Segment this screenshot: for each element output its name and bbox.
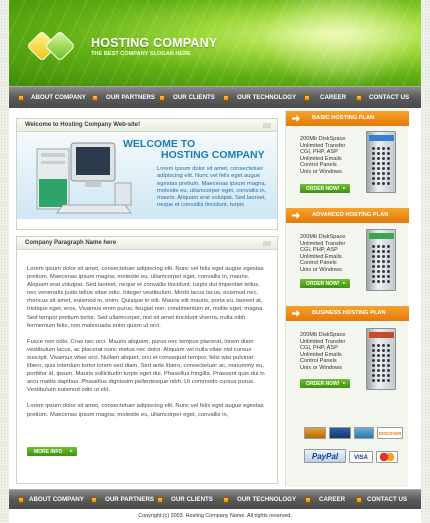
- paragraph-text: Fusce non odio. Cras nec orci. Mauris al…: [27, 338, 265, 394]
- server-icon: [366, 131, 396, 193]
- card-icon: [304, 427, 326, 439]
- paragraph-body: Lorem ipsum dolor sit amet, consectetuer…: [27, 265, 267, 427]
- arrow-right-icon: [292, 115, 300, 122]
- nav-bullet-icon: [305, 497, 311, 503]
- grip-icon: [263, 241, 271, 246]
- welcome-banner: WELCOME TO HOSTING COMPANY Lorem ipsum do…: [17, 133, 277, 219]
- order-now-button-business[interactable]: ORDER NOW!: [300, 379, 350, 388]
- top-nav: ABOUT COMPANY OUR PARTNERS OUR CLIENTS O…: [9, 86, 421, 108]
- nav-bullet-icon: [304, 95, 310, 101]
- server-icon: [366, 328, 396, 390]
- plan-header-basic: BASIC HOSTING PLAN: [286, 111, 409, 126]
- nav-item-clients[interactable]: OUR CLIENTS: [173, 94, 215, 101]
- footer-nav-career[interactable]: CAREER: [319, 496, 345, 503]
- nav-bullet-icon: [356, 95, 362, 101]
- footer-nav-technology[interactable]: OUR TECHNOLOGY: [237, 496, 296, 503]
- paypal-logo-icon: PayPal: [304, 449, 346, 463]
- welcome-heading: WELCOME TO HOSTING COMPANY: [123, 138, 265, 161]
- plan-header-business: BUSINESS HOSTING PLAN: [286, 306, 409, 321]
- nav-bullet-icon: [18, 95, 24, 101]
- more-info-button[interactable]: MORE INFO: [27, 447, 77, 456]
- mastercard-icon: [376, 451, 398, 463]
- arrow-right-icon: [292, 212, 300, 219]
- nav-item-career[interactable]: CAREER: [320, 94, 346, 101]
- plan-header-advanced: ADVANCED HOSTING PLAN: [286, 208, 409, 223]
- nav-bullet-icon: [91, 497, 97, 503]
- logo-icon[interactable]: [26, 30, 81, 62]
- plan-features-basic: 200Mb DiskSpace Unlimited Transfer CGI, PH…: [300, 136, 346, 175]
- nav-bullet-icon: [18, 497, 24, 503]
- header: HOSTING COMPANY THE BEST COMPANY SLOGAN …: [9, 0, 421, 86]
- nav-bullet-icon: [223, 95, 229, 101]
- visa-card-icon: VISA: [349, 451, 373, 463]
- paragraph-panel: Company Paragraph Name here Lorem ipsum …: [16, 236, 278, 484]
- nav-bullet-icon: [92, 95, 98, 101]
- footer-nav-partners[interactable]: OUR PARTNERS: [105, 496, 154, 503]
- footer-nav-about[interactable]: ABOUT COMPANY: [29, 496, 84, 503]
- payment-methods: DISCOVER PayPal VISA: [304, 427, 404, 477]
- server-icon: [366, 229, 396, 291]
- plan-features-business: 200Mb DiskSpace Unlimited Transfer CGI, PH…: [300, 332, 346, 371]
- plan-features-advanced: 200Mb DiskSpace Unlimited Transfer CGI, PH…: [300, 234, 346, 273]
- footer-nav-contact[interactable]: CONTACT US: [367, 496, 407, 503]
- computer-illustration-icon: [36, 142, 132, 214]
- right-background: [421, 0, 430, 523]
- grip-icon: [263, 123, 271, 128]
- welcome-panel: Welcome to Hosting Company Web-site! WEL…: [16, 118, 278, 230]
- nav-bullet-icon: [223, 497, 229, 503]
- paragraph-text: Lorem ipsum dolor sit amet, consectetuer…: [27, 403, 264, 418]
- nav-item-technology[interactable]: OUR TECHNOLOGY: [237, 94, 296, 101]
- nav-item-about[interactable]: ABOUT COMPANY: [31, 94, 86, 101]
- discover-card-icon: DISCOVER: [377, 427, 403, 439]
- brand-name: HOSTING COMPANY: [91, 36, 218, 50]
- copyright: Copyright (c) 2003. Hosting Company Name…: [138, 513, 292, 519]
- footer-nav-clients[interactable]: OUR CLIENTS: [171, 496, 213, 503]
- nav-bullet-icon: [157, 497, 163, 503]
- hosting-plans-column: BASIC HOSTING PLAN 200Mb DiskSpace Unlimi…: [285, 109, 409, 487]
- arrow-right-icon: [292, 310, 300, 317]
- card-icon: [329, 427, 351, 439]
- left-background: [0, 0, 9, 523]
- nav-bullet-icon: [356, 497, 362, 503]
- welcome-text: Lorem ipsum dolor sit amet, consectetuer…: [157, 166, 267, 209]
- welcome-panel-title: Welcome to Hosting Company Web-site!: [17, 119, 277, 132]
- card-icon: [354, 427, 374, 439]
- nav-bullet-icon: [159, 95, 165, 101]
- bottom-nav: ABOUT COMPANY OUR PARTNERS OUR CLIENTS O…: [9, 489, 421, 509]
- paragraph-text: Lorem ipsum dolor sit amet, consectetuer…: [27, 266, 264, 329]
- brand-slogan: THE BEST COMPANY SLOGAN HERE: [91, 51, 191, 57]
- nav-item-contact[interactable]: CONTACT US: [369, 94, 409, 101]
- order-now-button-advanced[interactable]: ORDER NOW!: [300, 279, 350, 288]
- paragraph-panel-title: Company Paragraph Name here: [17, 237, 277, 250]
- order-now-button-basic[interactable]: ORDER NOW!: [300, 184, 350, 193]
- nav-item-partners[interactable]: OUR PARTNERS: [106, 94, 155, 101]
